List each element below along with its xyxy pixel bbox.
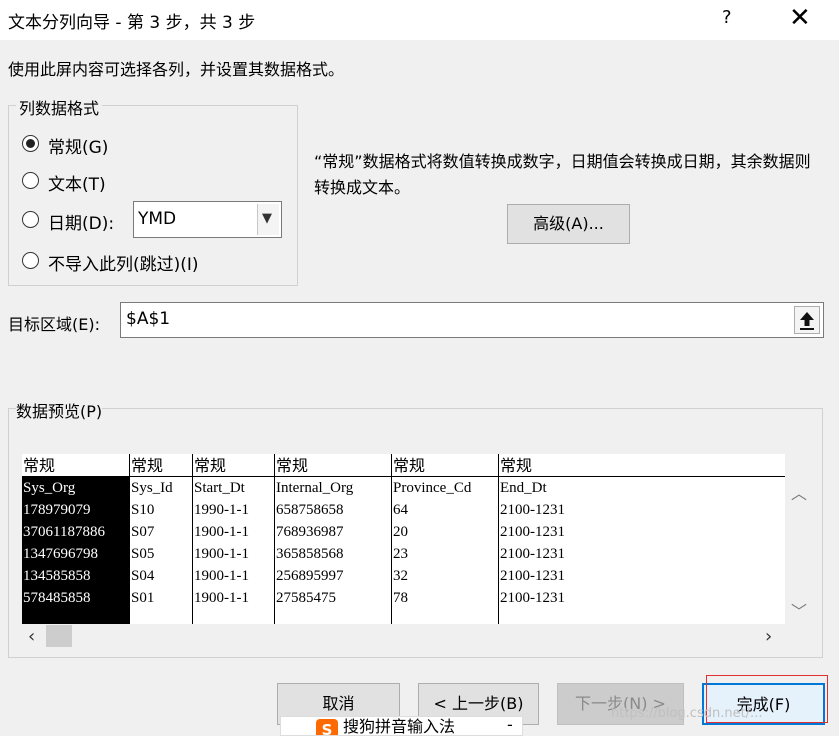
column-type-header[interactable]: 常规: [22, 454, 130, 476]
sogou-logo-icon: S: [316, 719, 338, 735]
table-cell: 1900-1-1: [194, 546, 249, 562]
table-cell: 20: [393, 524, 408, 540]
table-cell: 2100-1231: [500, 524, 565, 540]
table-cell: 658758658: [276, 502, 344, 518]
column-body[interactable]: Internal_Org 658758658 768936987 3658585…: [275, 476, 392, 624]
ime-toolbar[interactable]: S 搜狗拼音输入法 -: [280, 716, 523, 736]
radio-date-label[interactable]: 日期(D):: [48, 209, 114, 234]
column-type-header[interactable]: 常规: [193, 454, 275, 476]
preview-column[interactable]: 常规 Province_Cd 64 20 23 32 78: [392, 454, 499, 624]
table-cell: S04: [131, 568, 155, 584]
table-cell: 1347696798: [23, 546, 98, 562]
horizontal-scrollbar[interactable]: ‹ ›: [22, 624, 785, 649]
table-cell: 1900-1-1: [194, 568, 249, 584]
scroll-up-icon[interactable]: ︿: [791, 480, 807, 504]
table-cell: 768936987: [276, 524, 344, 540]
column-type-header[interactable]: 常规: [499, 454, 785, 476]
table-cell: 2100-1231: [500, 546, 565, 562]
scroll-down-icon[interactable]: ﹀: [791, 598, 807, 622]
table-cell: Sys_Id: [131, 480, 173, 496]
preview-grid[interactable]: 常规 Sys_Org 178979079 37061187886 1347696…: [22, 454, 785, 624]
format-description: “常规”数据格式将数值转换成数字，日期值会转换成日期，其余数据则转换成文本。: [314, 152, 811, 197]
date-format-value: YMD: [138, 209, 177, 229]
table-cell: 32: [393, 568, 408, 584]
table-cell: Sys_Org: [23, 480, 76, 496]
radio-skip[interactable]: [22, 252, 39, 269]
table-cell: 134585858: [23, 568, 91, 584]
scroll-right-icon[interactable]: ›: [765, 626, 772, 647]
target-range-label: 目标区域(E):: [8, 315, 100, 334]
table-cell: S01: [131, 590, 155, 606]
radio-general-label[interactable]: 常规(G): [48, 133, 108, 158]
column-body[interactable]: Start_Dt 1990-1-1 1900-1-1 1900-1-1 1900…: [193, 476, 275, 624]
table-cell: 2100-1231: [500, 502, 565, 518]
target-range-value: $A$1: [126, 309, 171, 329]
watermark: https://blog.csdn.net/...: [611, 706, 763, 721]
column-body[interactable]: Province_Cd 64 20 23 32 78: [392, 476, 499, 624]
table-cell: 1900-1-1: [194, 590, 249, 606]
table-cell: 78: [393, 590, 408, 606]
radio-text[interactable]: [22, 172, 39, 189]
table-cell: 23: [393, 546, 408, 562]
column-type-header[interactable]: 常规: [392, 454, 499, 476]
table-cell: End_Dt: [500, 480, 547, 496]
radio-date[interactable]: [22, 211, 39, 228]
chevron-down-icon: ▼: [262, 211, 272, 226]
vertical-scrollbar[interactable]: ︿ ﹀: [785, 474, 810, 624]
table-cell: 1900-1-1: [194, 524, 249, 540]
table-cell: 64: [393, 502, 408, 518]
ime-minimize-button[interactable]: -: [507, 717, 513, 734]
column-type-header[interactable]: 常规: [130, 454, 193, 476]
preview-title: 数据预览(P): [16, 398, 103, 422]
scroll-thumb[interactable]: [46, 625, 72, 647]
table-cell: 37061187886: [23, 524, 105, 540]
close-button[interactable]: ✕: [789, 3, 811, 33]
table-cell: 365858568: [276, 546, 344, 562]
window-title: 文本分列向导 - 第 3 步，共 3 步: [8, 13, 256, 33]
column-body[interactable]: Sys_Org 178979079 37061187886 1347696798…: [22, 476, 130, 624]
preview-column[interactable]: 常规 Sys_Id S10 S07 S05 S04 S01: [130, 454, 193, 624]
column-type-header[interactable]: 常规: [275, 454, 392, 476]
preview-column[interactable]: 常规 Internal_Org 658758658 768936987 3658…: [275, 454, 392, 624]
help-button[interactable]: ?: [722, 7, 732, 28]
table-cell: 2100-1231: [500, 590, 565, 606]
format-group-title: 列数据格式: [16, 95, 103, 119]
table-cell: 2100-1231: [500, 568, 565, 584]
table-cell: Province_Cd: [393, 480, 472, 496]
range-collapse-button[interactable]: [794, 306, 820, 334]
upload-arrow-icon: [800, 312, 814, 330]
table-cell: S05: [131, 546, 155, 562]
table-cell: 578485858: [23, 590, 91, 606]
radio-text-label[interactable]: 文本(T): [48, 170, 106, 195]
table-cell: S07: [131, 524, 155, 540]
preview-column[interactable]: 常规 Sys_Org 178979079 37061187886 1347696…: [22, 454, 130, 624]
preview-column[interactable]: 常规 Start_Dt 1990-1-1 1900-1-1 1900-1-1 1…: [193, 454, 275, 624]
column-body[interactable]: End_Dt 2100-1231 2100-1231 2100-1231 210…: [499, 476, 785, 624]
radio-skip-label[interactable]: 不导入此列(跳过)(I): [48, 250, 199, 275]
target-range-input[interactable]: $A$1: [120, 302, 824, 338]
instruction-text: 使用此屏内容可选择各列，并设置其数据格式。: [8, 60, 345, 79]
table-cell: Start_Dt: [194, 480, 245, 496]
table-cell: 1990-1-1: [194, 502, 249, 518]
column-body[interactable]: Sys_Id S10 S07 S05 S04 S01: [130, 476, 193, 624]
table-cell: S10: [131, 502, 155, 518]
table-cell: Internal_Org: [276, 480, 354, 496]
table-cell: 178979079: [23, 502, 91, 518]
radio-general[interactable]: [22, 135, 39, 152]
table-cell: 27585475: [276, 590, 336, 606]
date-format-select[interactable]: YMD ▼: [133, 201, 282, 238]
ime-name: 搜狗拼音输入法: [343, 717, 456, 736]
date-format-dropdown-button[interactable]: ▼: [257, 204, 279, 235]
scroll-left-icon[interactable]: ‹: [28, 626, 35, 647]
preview-column[interactable]: 常规 End_Dt 2100-1231 2100-1231 2100-1231 …: [499, 454, 785, 624]
advanced-button[interactable]: 高级(A)...: [507, 204, 630, 244]
table-cell: 256895997: [276, 568, 344, 584]
